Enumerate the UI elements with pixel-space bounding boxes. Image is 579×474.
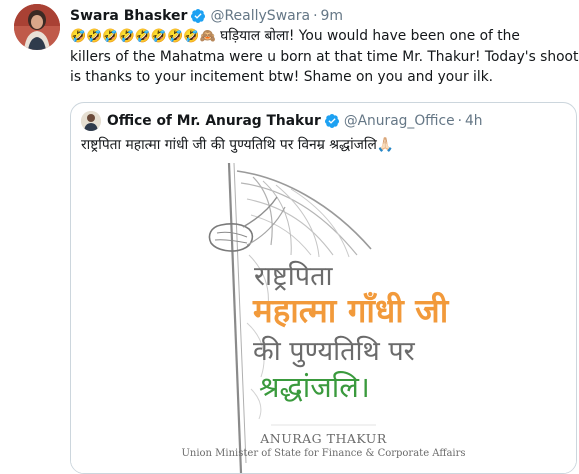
tweet-text-line-1-text: घड़ियाल बोला! You would have been one of… [215, 28, 520, 44]
separator-dot: · [313, 8, 318, 24]
poster-footer-title: Union Minister of State for Finance & Co… [181, 448, 466, 459]
verified-badge-icon [190, 8, 206, 24]
quoted-user-avatar[interactable] [81, 111, 101, 131]
display-name[interactable]: Swara Bhasker [70, 6, 187, 26]
tweet[interactable]: Swara Bhasker @ReallySwara · 9m 🤣🤣🤣🤣🤣🤣🤣🤣… [0, 0, 579, 474]
separator-dot: · [457, 113, 462, 129]
tweet-text-line-2: killers of the Mahatma were u born at th… [70, 49, 579, 65]
quoted-timestamp[interactable]: 4h [465, 113, 483, 129]
quoted-tweet-header: Office of Mr. Anurag Thakur @Anurag_Offi… [81, 111, 483, 131]
poster-footer-name: ANURAG THAKUR [260, 431, 387, 446]
laughing-emoji-icon: 🤣🤣🤣🤣🤣🤣🤣🤣🙈 [70, 29, 216, 44]
user-avatar[interactable] [14, 4, 60, 50]
tweet-text-line-1: 🤣🤣🤣🤣🤣🤣🤣🤣🙈 घड़ियाल बोला! You would have b… [70, 26, 576, 47]
quoted-tweet[interactable]: Office of Mr. Anurag Thakur @Anurag_Offi… [70, 102, 577, 474]
tweet-text: 🤣🤣🤣🤣🤣🤣🤣🤣🙈 घड़ियाल बोला! You would have b… [70, 26, 579, 87]
poster-line-4: श्रद्धांजलि। [259, 370, 370, 404]
quoted-display-name[interactable]: Office of Mr. Anurag Thakur [107, 113, 321, 129]
quoted-tweet-image[interactable]: राष्ट्रपिता महात्मा गाँधी जी की पुण्यतिथ… [71, 163, 576, 473]
tweet-header: Swara Bhasker @ReallySwara · 9m [70, 6, 343, 26]
tweet-text-line-3: is thanks to your incitement btw! Shame … [70, 69, 494, 85]
poster-line-3: की पुण्यतिथि पर [253, 336, 415, 367]
quoted-tweet-text: राष्ट्रपिता महात्मा गांधी जी की पुण्यतिथ… [81, 137, 394, 153]
user-handle[interactable]: @ReallySwara [210, 6, 310, 26]
timestamp[interactable]: 9m [321, 6, 344, 26]
verified-badge-icon [324, 113, 340, 129]
quoted-user-handle[interactable]: @Anurag_Office [344, 113, 455, 129]
poster-line-2: महात्मा गाँधी जी [253, 291, 449, 330]
